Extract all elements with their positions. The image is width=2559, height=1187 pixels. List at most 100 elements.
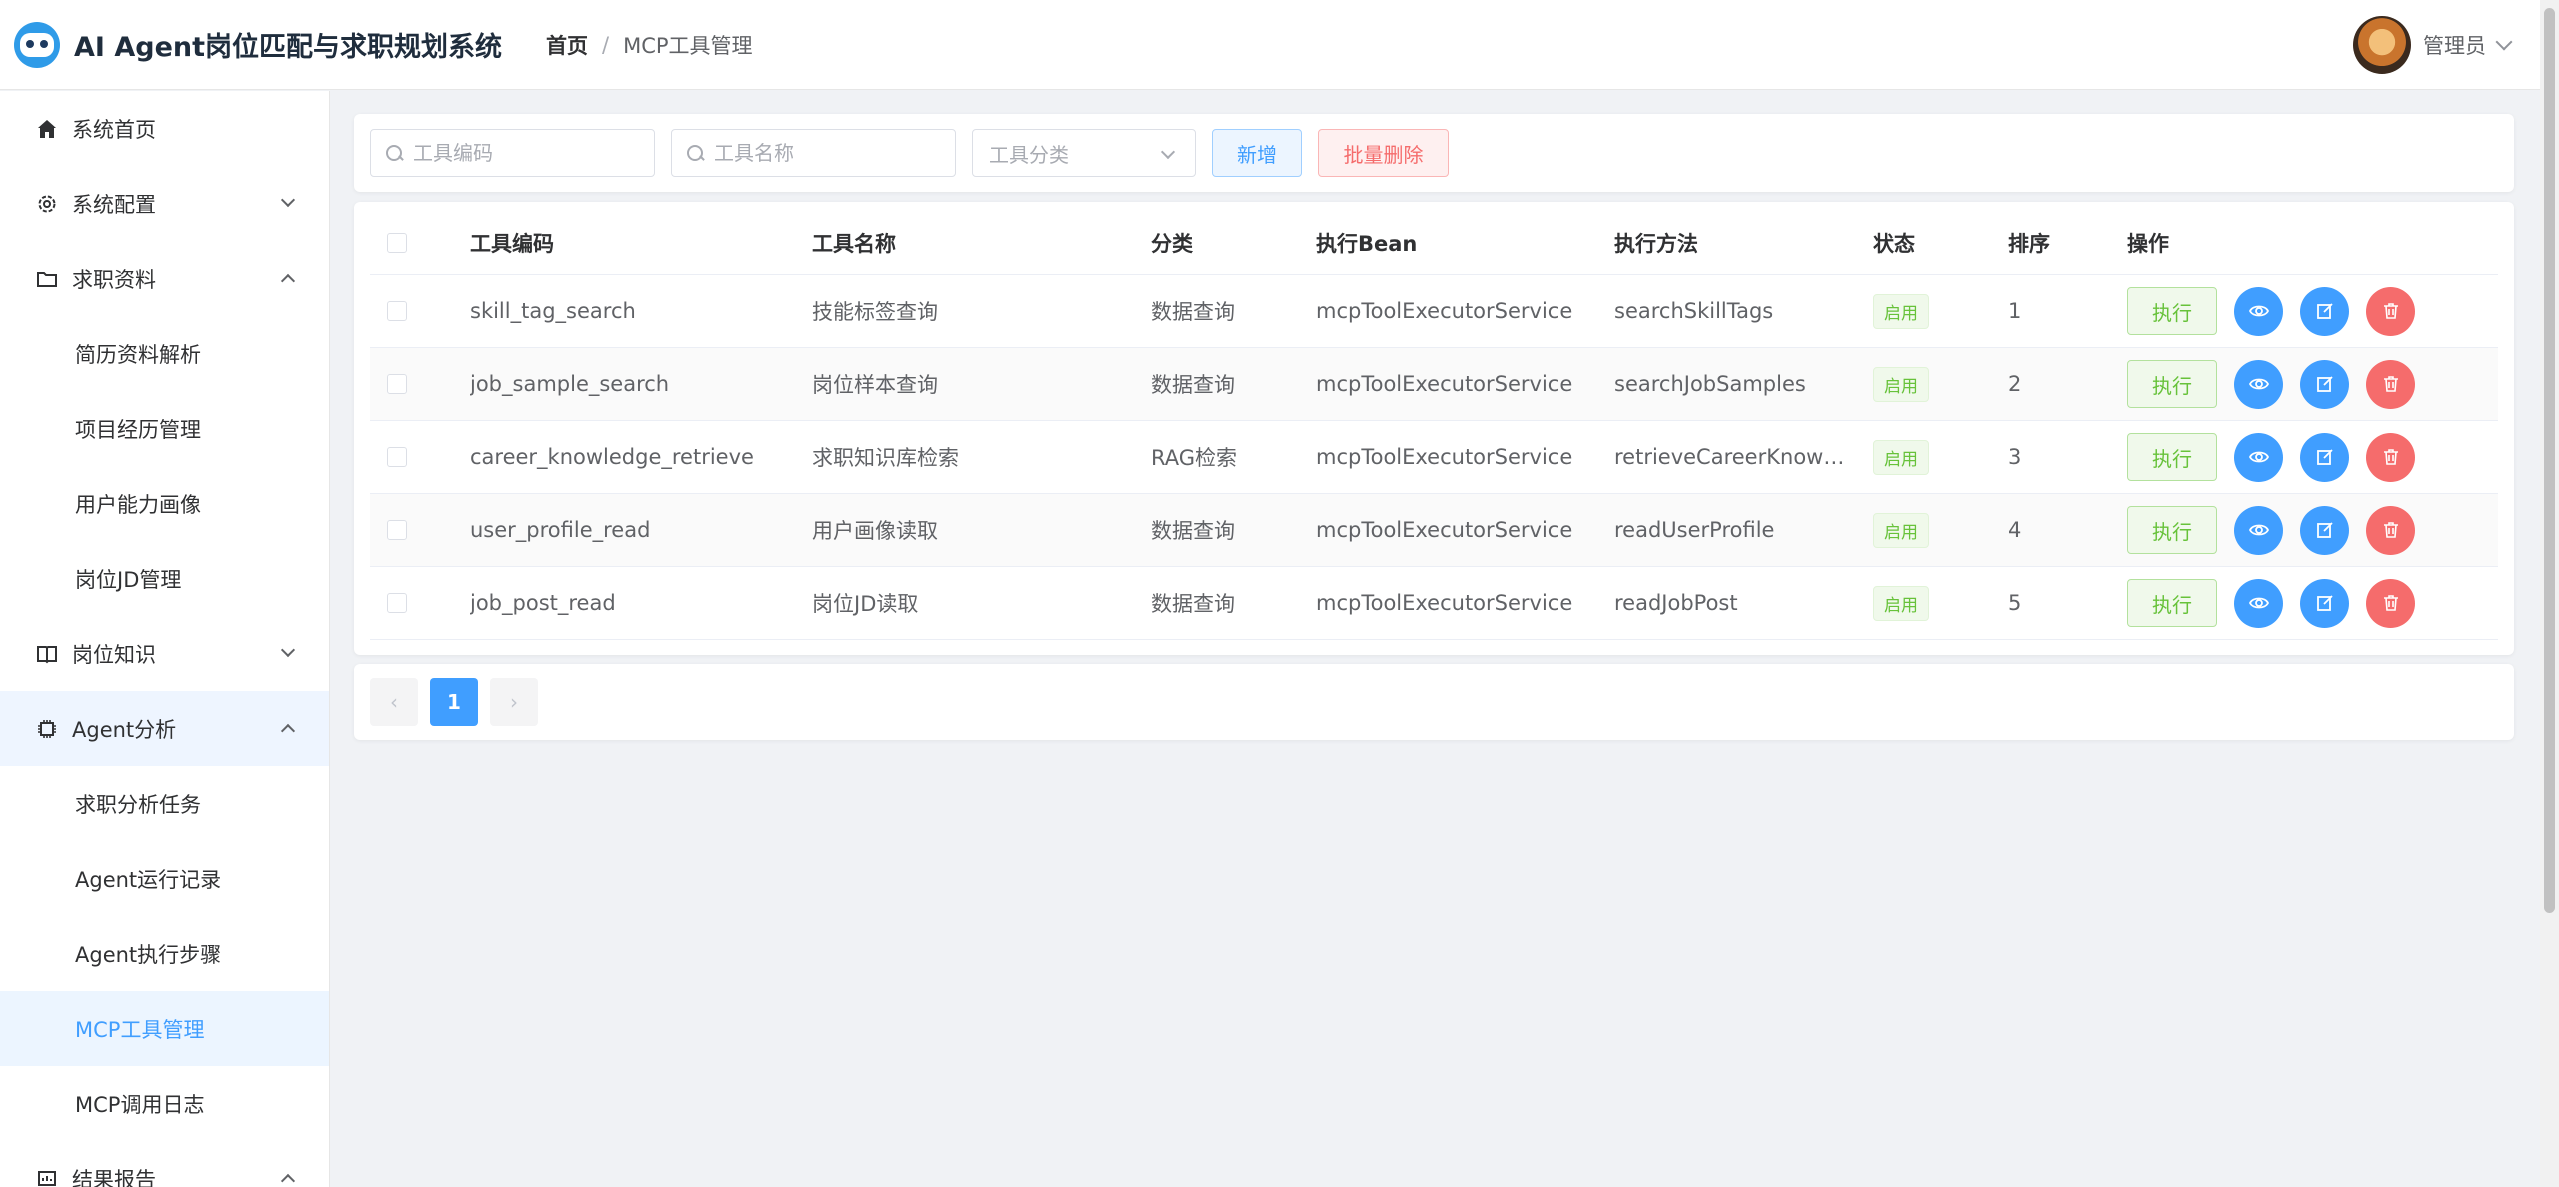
page-number-button[interactable]: 1 <box>430 678 478 726</box>
cell-tool-name: 用户画像读取 <box>812 519 938 543</box>
page-scrollbar[interactable] <box>2540 0 2559 1187</box>
search-icon <box>686 144 704 162</box>
column-header-method: 执行方法 <box>1614 232 1698 256</box>
chevron-up-icon <box>280 273 296 289</box>
user-menu[interactable]: 管理员 <box>2353 16 2513 74</box>
delete-button[interactable] <box>2366 432 2415 482</box>
execute-button[interactable]: 执行 <box>2127 360 2217 408</box>
eye-icon <box>2248 447 2269 467</box>
edit-button[interactable] <box>2300 359 2349 409</box>
column-header-category: 分类 <box>1151 232 1193 256</box>
edit-button[interactable] <box>2300 578 2349 628</box>
home-icon <box>36 118 58 140</box>
edit-button[interactable] <box>2300 286 2349 336</box>
column-header-bean: 执行Bean <box>1316 232 1418 256</box>
chevron-down-icon[interactable] <box>2495 33 2513 51</box>
view-button[interactable] <box>2234 432 2283 482</box>
execute-button[interactable]: 执行 <box>2127 506 2217 554</box>
sidebar-item-agent-analysis[interactable]: Agent分析 <box>0 691 329 766</box>
filter-toolbar: 工具分类 新增 批量删除 <box>354 114 2514 192</box>
delete-button[interactable] <box>2366 359 2415 409</box>
eye-icon <box>2248 520 2269 540</box>
next-page-button[interactable]: › <box>490 678 538 726</box>
cell-sort: 4 <box>2008 518 2022 542</box>
sidebar-item-job-knowledge[interactable]: 岗位知识 <box>0 616 329 691</box>
row-checkbox[interactable] <box>387 520 407 540</box>
cell-exec-bean: mcpToolExecutorService <box>1316 518 1573 542</box>
avatar[interactable] <box>2353 16 2411 74</box>
breadcrumb-home[interactable]: 首页 <box>546 30 588 60</box>
sidebar-item-result-report[interactable]: 结果报告 <box>0 1141 329 1187</box>
sidebar-item-label: Agent分析 <box>72 717 177 742</box>
sidebar-subitem-agent-exec-steps[interactable]: Agent执行步骤 <box>0 916 329 991</box>
add-button[interactable]: 新增 <box>1212 129 1302 177</box>
execute-button[interactable]: 执行 <box>2127 287 2217 335</box>
sidebar-item-system-config[interactable]: 系统配置 <box>0 166 329 241</box>
sidebar-item-job-materials[interactable]: 求职资料 <box>0 241 329 316</box>
view-button[interactable] <box>2234 359 2283 409</box>
edit-button[interactable] <box>2300 432 2349 482</box>
scrollbar-thumb[interactable] <box>2544 8 2555 913</box>
tool-code-search[interactable] <box>370 129 655 177</box>
table-row: career_knowledge_retrieve 求职知识库检索 RAG检索 mcp… <box>370 421 2498 494</box>
delete-button[interactable] <box>2366 286 2415 336</box>
row-checkbox[interactable] <box>387 374 407 394</box>
chevron-down-icon <box>1160 144 1176 160</box>
trash-icon <box>2381 374 2401 394</box>
column-header-name: 工具名称 <box>812 232 896 256</box>
sidebar-item-home[interactable]: 系统首页 <box>0 91 329 166</box>
sidebar-subitem-analysis-task[interactable]: 求职分析任务 <box>0 766 329 841</box>
delete-button[interactable] <box>2366 505 2415 555</box>
search-icon <box>385 144 403 162</box>
user-name[interactable]: 管理员 <box>2423 30 2486 60</box>
top-header: AI Agent岗位匹配与求职规划系统 首页 / MCP工具管理 管理员 <box>0 0 2540 90</box>
sidebar-subitem-mcp-tools[interactable]: MCP工具管理 <box>0 991 329 1066</box>
sidebar-item-label: 岗位知识 <box>72 642 156 667</box>
cell-exec-method: readJobPost <box>1614 591 1738 615</box>
status-badge: 启用 <box>1873 293 1929 329</box>
cell-exec-method: searchSkillTags <box>1614 299 1774 323</box>
cell-category: 数据查询 <box>1151 373 1235 397</box>
folder-icon <box>36 268 58 290</box>
breadcrumb-separator: / <box>602 32 610 57</box>
chevron-down-icon <box>280 192 296 208</box>
sidebar-subitem-job-jd[interactable]: 岗位JD管理 <box>0 541 329 616</box>
cell-category: 数据查询 <box>1151 519 1235 543</box>
sidebar-subitem-user-capability[interactable]: 用户能力画像 <box>0 466 329 541</box>
trash-icon <box>2381 301 2401 321</box>
sidebar-subitem-agent-run-record[interactable]: Agent运行记录 <box>0 841 329 916</box>
batch-delete-button[interactable]: 批量删除 <box>1318 129 1449 177</box>
row-checkbox[interactable] <box>387 447 407 467</box>
sidebar-subitem-mcp-call-log[interactable]: MCP调用日志 <box>0 1066 329 1141</box>
sidebar-subitem-project-experience[interactable]: 项目经历管理 <box>0 391 329 466</box>
cell-sort: 1 <box>2008 299 2022 323</box>
delete-button[interactable] <box>2366 578 2415 628</box>
execute-button[interactable]: 执行 <box>2127 433 2217 481</box>
cell-exec-method: searchJobSamples <box>1614 372 1806 396</box>
view-button[interactable] <box>2234 578 2283 628</box>
edit-icon <box>2315 374 2335 394</box>
sidebar-subitem-resume-parse[interactable]: 简历资料解析 <box>0 316 329 391</box>
view-button[interactable] <box>2234 505 2283 555</box>
edit-button[interactable] <box>2300 505 2349 555</box>
view-button[interactable] <box>2234 286 2283 336</box>
tool-name-input[interactable] <box>714 141 934 165</box>
select-all-checkbox[interactable] <box>387 233 407 253</box>
execute-button[interactable]: 执行 <box>2127 579 2217 627</box>
prev-page-button[interactable]: ‹ <box>370 678 418 726</box>
tool-name-search[interactable] <box>671 129 956 177</box>
row-checkbox[interactable] <box>387 301 407 321</box>
table-row: job_sample_search 岗位样本查询 数据查询 mcpToolExecut… <box>370 348 2498 421</box>
column-header-actions: 操作 <box>2127 232 2169 256</box>
sidebar-item-label: 系统配置 <box>72 192 156 217</box>
eye-icon <box>2248 301 2269 321</box>
row-checkbox[interactable] <box>387 593 407 613</box>
sidebar-item-label: 结果报告 <box>72 1167 156 1187</box>
pagination: ‹ 1 › <box>354 664 2514 740</box>
status-badge: 启用 <box>1873 512 1929 548</box>
tool-category-select[interactable]: 工具分类 <box>972 129 1196 177</box>
column-header-status: 状态 <box>1873 232 1915 256</box>
tool-code-input[interactable] <box>413 141 633 165</box>
edit-icon <box>2315 520 2335 540</box>
cell-category: RAG检索 <box>1151 446 1238 470</box>
